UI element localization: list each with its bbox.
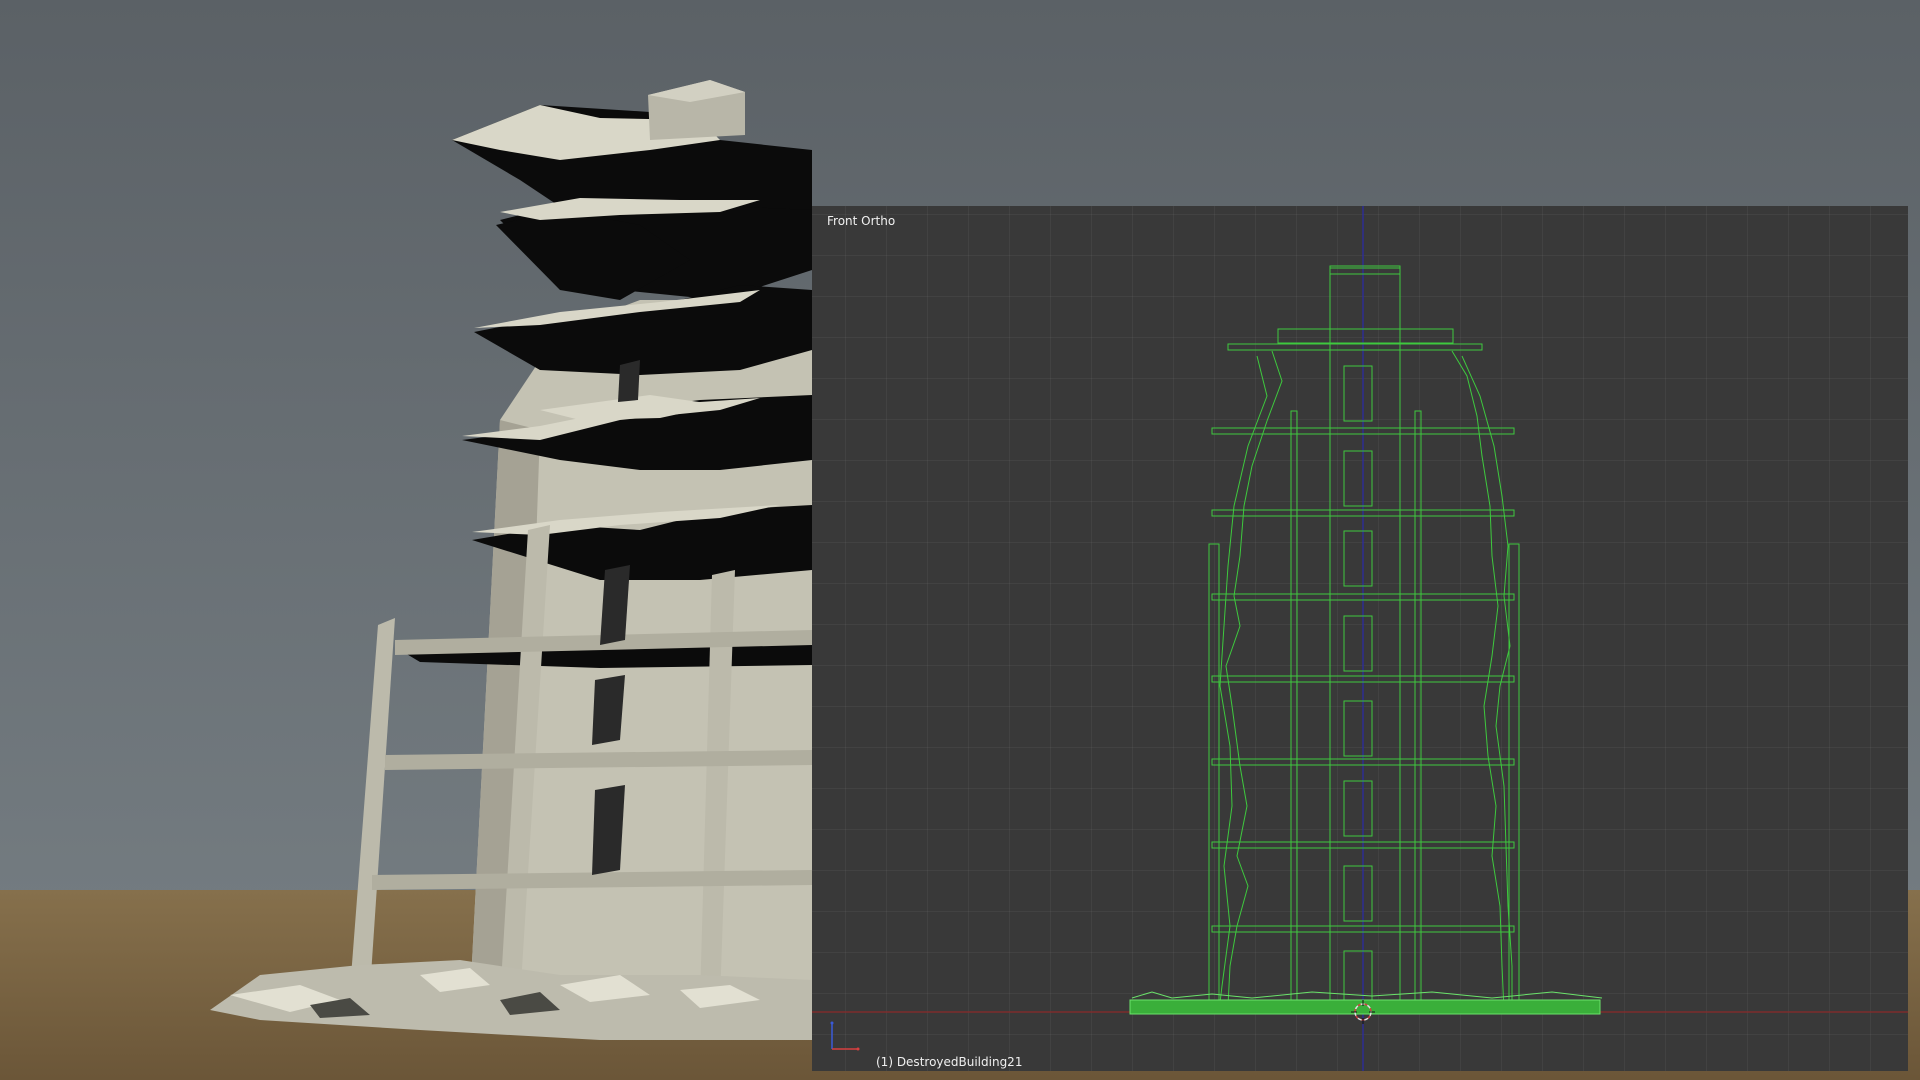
active-object-label: (1) DestroyedBuilding21 bbox=[876, 1055, 1023, 1069]
front-ortho-viewport[interactable]: Front Ortho (1) DestroyedBuilding21 bbox=[812, 206, 1908, 1071]
destroyed-building-wireframe bbox=[1208, 265, 1520, 1014]
ground-debris-wireframe bbox=[1129, 991, 1603, 1015]
wireframe-scene bbox=[812, 206, 1908, 1071]
axis-gizmo-icon bbox=[830, 1021, 860, 1051]
